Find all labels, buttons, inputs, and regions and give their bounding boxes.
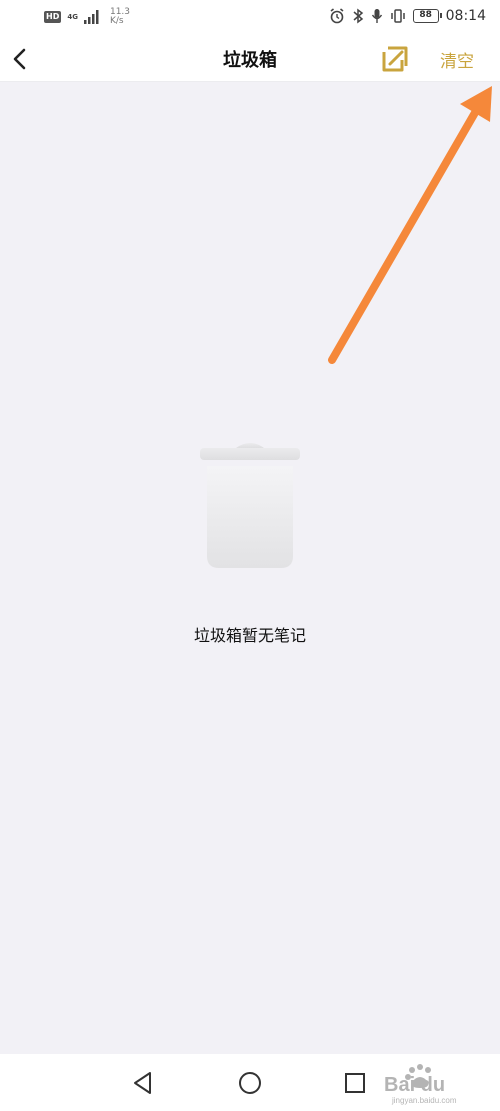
- app-header: 垃圾箱 清空: [0, 36, 500, 82]
- trash-content: 垃圾箱暂无笔记: [0, 82, 500, 1054]
- baidu-watermark: Bai du jingyan.baidu.com: [384, 1064, 457, 1105]
- status-bar: HD 4G 11.3 K/s 88 08:14: [0, 0, 500, 36]
- status-right: 88 08:14: [329, 8, 486, 24]
- vibrate-icon: [390, 9, 405, 23]
- status-left: HD 4G 11.3 K/s: [44, 8, 130, 26]
- clock: 08:14: [445, 8, 486, 24]
- nav-recent-icon: [345, 1073, 365, 1093]
- trash-can-icon: [200, 443, 300, 568]
- page-title: 垃圾箱: [223, 50, 277, 71]
- microphone-icon: [371, 9, 382, 23]
- nav-home-button[interactable]: [237, 1070, 263, 1096]
- empty-state-message: 垃圾箱暂无笔记: [193, 626, 306, 645]
- nav-back-icon: [134, 1072, 151, 1094]
- nav-back-button[interactable]: [130, 1070, 156, 1096]
- edit-note-icon: [382, 46, 408, 72]
- clear-button[interactable]: 清空: [440, 47, 474, 72]
- battery-indicator: 88: [412, 9, 442, 23]
- annotation-arrow: [328, 86, 492, 364]
- hd-badge: HD: [44, 11, 62, 23]
- edit-button[interactable]: [378, 42, 412, 76]
- nav-recent-button[interactable]: [342, 1070, 368, 1096]
- nav-home-icon: [239, 1072, 261, 1094]
- speed-unit: K/s: [109, 16, 124, 26]
- alarm-icon: [330, 8, 344, 24]
- system-nav-bar: Bai du jingyan.baidu.com: [0, 1054, 500, 1111]
- network-speed: 11.3 K/s: [110, 8, 130, 26]
- signal-icon: [83, 10, 99, 24]
- bluetooth-icon: [353, 8, 363, 24]
- watermark-brand: Bai du: [384, 1074, 445, 1096]
- network-type: 4G: [67, 13, 78, 21]
- watermark-site: jingyan.baidu.com: [391, 1096, 457, 1105]
